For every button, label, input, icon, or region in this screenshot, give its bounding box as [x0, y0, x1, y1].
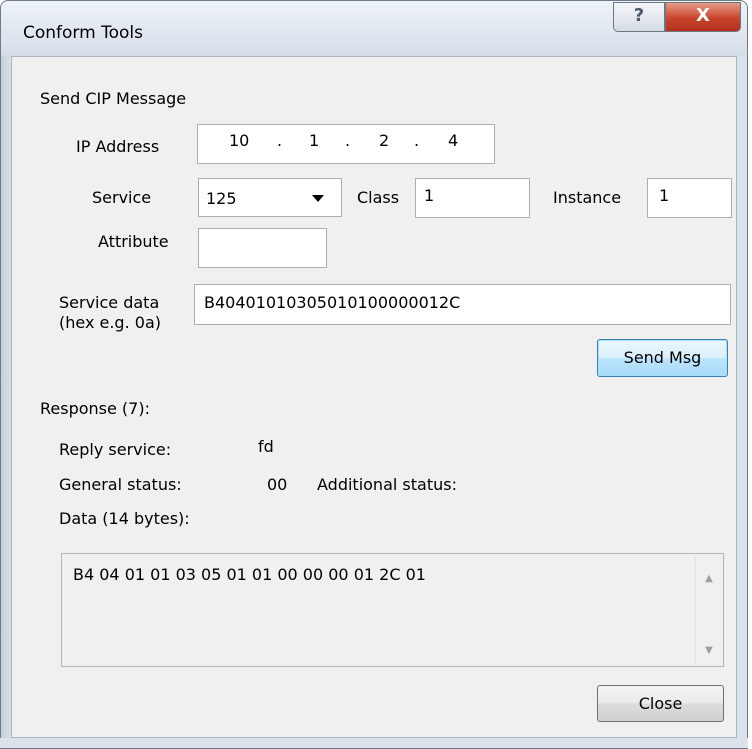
- help-icon: ?: [633, 5, 645, 26]
- service-data-hint: (hex e.g. 0a): [59, 313, 161, 332]
- instance-value: 1: [659, 186, 670, 205]
- instance-input[interactable]: 1: [647, 178, 732, 218]
- scroll-down-arrow-icon[interactable]: ▼: [696, 640, 722, 662]
- service-value: 125: [206, 189, 237, 208]
- window-frame-left: [0, 56, 11, 749]
- window-frame-right: [737, 56, 748, 749]
- response-data-textarea[interactable]: B4 04 01 01 03 05 01 01 00 00 00 01 2C 0…: [61, 553, 724, 667]
- close-button[interactable]: Close: [597, 685, 724, 722]
- response-data-label: Data (14 bytes):: [59, 509, 190, 528]
- title-bar[interactable]: Conform Tools ? X: [0, 0, 748, 56]
- window-frame-bottom: [0, 738, 748, 749]
- ip-octet-4[interactable]: 4: [448, 131, 458, 150]
- help-button[interactable]: ?: [613, 2, 665, 32]
- response-heading: Response (7):: [40, 399, 150, 418]
- reply-service-value: fd: [258, 437, 274, 456]
- ip-octet-1[interactable]: 10: [229, 131, 249, 150]
- service-label: Service: [92, 188, 152, 207]
- reply-service-label: Reply service:: [59, 440, 172, 459]
- general-status-label: General status:: [59, 475, 182, 494]
- service-data-value: B40401010305010100000012C: [204, 293, 461, 312]
- ip-address-field[interactable]: 10 . 1 . 2 . 4: [197, 124, 495, 164]
- chevron-down-icon[interactable]: [312, 195, 324, 203]
- service-dropdown[interactable]: 125: [198, 178, 342, 217]
- response-scrollbar[interactable]: ▲ ▼: [695, 556, 722, 665]
- service-data-input[interactable]: B40401010305010100000012C: [194, 284, 731, 325]
- window-close-button[interactable]: X: [665, 2, 741, 32]
- ip-address-label: IP Address: [76, 137, 160, 156]
- dialog-client-area: Send CIP Message IP Address 10 . 1 . 2 .…: [11, 56, 737, 738]
- class-input[interactable]: 1: [415, 178, 530, 218]
- class-value: 1: [424, 186, 435, 205]
- instance-label: Instance: [553, 188, 622, 207]
- send-section-heading: Send CIP Message: [40, 89, 187, 108]
- send-msg-button[interactable]: Send Msg: [597, 339, 728, 377]
- attribute-label: Attribute: [98, 232, 169, 251]
- window-title: Conform Tools: [23, 23, 143, 43]
- general-status-value: 00: [267, 475, 288, 494]
- close-icon: X: [696, 5, 710, 26]
- ip-octet-3[interactable]: 2: [379, 131, 389, 150]
- ip-dot: .: [277, 131, 283, 150]
- ip-octet-2[interactable]: 1: [309, 131, 319, 150]
- conform-tools-dialog: Conform Tools ? X Send CIP Message IP Ad…: [0, 0, 752, 749]
- ip-dot: .: [414, 131, 420, 150]
- class-label: Class: [357, 188, 400, 207]
- scroll-up-arrow-icon[interactable]: ▲: [696, 568, 722, 590]
- service-data-label: Service data: [59, 293, 160, 312]
- additional-status-label: Additional status:: [317, 475, 457, 494]
- ip-dot: .: [345, 131, 351, 150]
- response-data-value: B4 04 01 01 03 05 01 01 00 00 00 01 2C 0…: [73, 565, 426, 584]
- attribute-input[interactable]: [198, 228, 327, 268]
